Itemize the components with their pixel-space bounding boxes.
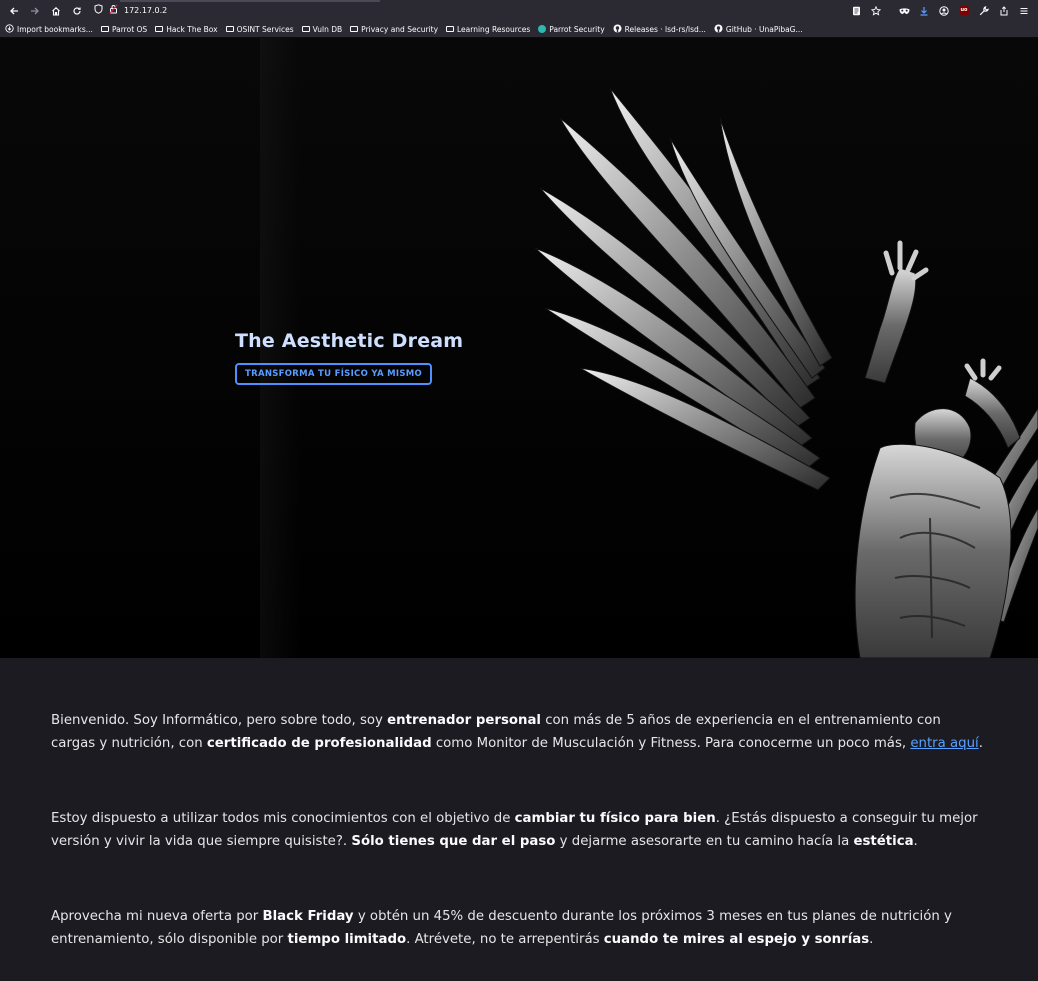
bookmark-github-unapiba[interactable]: GitHub · UnaPibaG... [714,24,803,35]
bookmark-folder-privacy[interactable]: Privacy and Security [350,25,438,34]
home-button[interactable] [46,1,66,21]
github-icon [613,24,622,35]
winged-figure-image [534,87,1038,658]
reload-button[interactable] [67,1,87,21]
bookmark-label: Parrot OS [111,24,148,34]
bookmark-label: Releases · lsd-rs/lsd... [624,24,706,34]
star-icon [871,5,881,16]
hero-section: The Aesthetic Dream TRANSFORMA TU FÍSICO… [0,38,1038,658]
bold-text: tiempo limitado [287,932,407,947]
share-button[interactable] [994,1,1014,21]
home-icon [52,6,60,16]
menu-icon [1020,7,1028,14]
share-icon [1000,5,1008,15]
folder-icon [350,26,359,32]
menu-button[interactable] [1014,1,1034,21]
folder-icon [301,26,310,32]
text-segment: Estoy dispuesto a utilizar todos mis con… [51,811,515,826]
text-segment: . Atrévete, no te arrepentirás [406,932,604,947]
toolbar-right: uo [846,1,1034,21]
parrot-icon [538,25,547,33]
text-segment: y dejarme asesorarte en tu camino hacía … [555,834,854,849]
back-button[interactable] [4,1,24,21]
bookmark-label: Learning Resources [457,24,531,34]
intro-section: Bienvenido. Soy Informático, pero sobre … [0,658,1038,981]
text-segment: Bienvenido. Soy Informático, pero sobre … [51,713,388,728]
bold-text: cuando te mires al espejo y sonrías [603,932,870,947]
bold-text: certificado de profesionalidad [206,736,432,751]
transform-cta-button[interactable]: TRANSFORMA TU FÍSICO YA MISMO [235,363,433,385]
private-mask-button[interactable] [894,1,914,21]
text-segment: . [978,736,983,751]
bookmark-label: OSINT Services [236,24,294,34]
about-link[interactable]: entra aquí [910,736,978,751]
bold-text: Sólo tienes que dar el paso [351,834,556,849]
arrow-right-icon [31,7,39,14]
active-tab-indicator [120,0,380,2]
ublock-icon: uo [959,6,969,15]
reload-icon [73,6,81,15]
text-segment: Aprovecha mi nueva oferta por [51,909,263,924]
account-button[interactable] [934,1,954,21]
download-icon [920,6,928,16]
bookmark-label: Hack The Box [166,24,218,34]
bookmark-folder-osint[interactable]: OSINT Services [225,24,294,34]
import-icon [5,23,14,35]
bookmark-label: Privacy and Security [361,24,439,34]
reader-icon [852,6,860,15]
bookmark-folder-hack-the-box[interactable]: Hack The Box [155,24,218,34]
bookmark-folder-parrot-os[interactable]: Parrot OS [100,24,148,34]
bookmark-import[interactable]: Import bookmarks... [5,23,93,35]
ublock-button[interactable]: uo [954,1,974,21]
folder-icon [446,26,455,32]
arrow-left-icon [10,7,18,14]
bold-text: cambiar tu físico para bien [514,811,716,826]
reader-view-button[interactable] [846,1,866,21]
downloads-button[interactable] [914,1,934,21]
bookmark-folder-learning[interactable]: Learning Resources [446,25,530,34]
bookmarks-toolbar: Import bookmarks... Parrot OS Hack The B… [0,21,1038,38]
bold-text: entrenador personal [387,713,541,728]
bookmark-releases-lsd[interactable]: Releases · lsd-rs/lsd... [613,24,706,35]
account-icon [939,5,949,16]
bookmark-folder-vuln-db[interactable]: Vuln DB [301,24,343,34]
mask-icon [899,7,909,14]
extensions-button[interactable] [974,1,994,21]
hero-title: The Aesthetic Dream [235,330,464,352]
text-segment: como Monitor de Musculación y Fitness. P… [431,736,911,751]
bookmark-label: Vuln DB [312,24,343,34]
bold-text: estética [853,834,914,849]
bookmark-parrot-security[interactable]: Parrot Security [538,24,605,34]
offer-paragraph: Aprovecha mi nueva oferta por Black Frid… [51,905,987,951]
shield-icon[interactable] [94,4,103,17]
bookmark-label: GitHub · UnaPibaG... [725,24,803,34]
folder-icon [225,26,234,32]
motivation-paragraph: Estoy dispuesto a utilizar todos mis con… [51,807,987,853]
bookmark-label: Import bookmarks... [17,24,93,34]
browser-navbar: 172.17.0.2 uo [0,0,1038,21]
folder-icon [100,26,109,32]
folder-icon [155,26,164,32]
intro-paragraph: Bienvenido. Soy Informático, pero sobre … [51,709,987,755]
bookmark-label: Parrot Security [549,24,605,34]
github-icon [714,24,723,35]
forward-button[interactable] [25,1,45,21]
text-segment: . [913,834,918,849]
text-segment: . [869,932,874,947]
insecure-lock-icon[interactable] [109,4,118,17]
bold-text: Black Friday [262,909,354,924]
url-text[interactable]: 172.17.0.2 [124,6,167,15]
bookmark-star-button[interactable] [866,1,886,21]
url-bar[interactable]: 172.17.0.2 [94,2,846,19]
wrench-icon [979,5,989,15]
